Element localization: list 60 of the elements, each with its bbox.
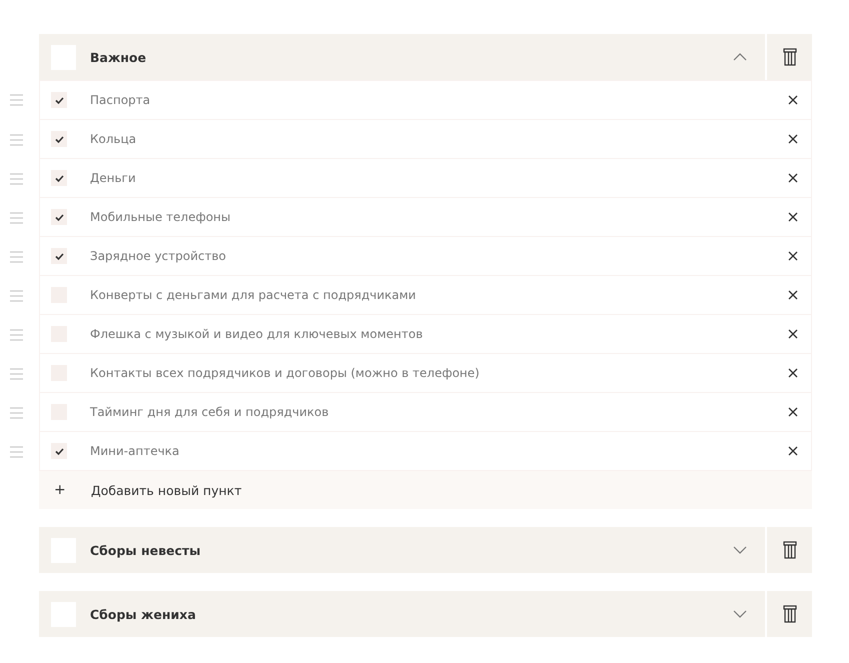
close-icon[interactable] <box>788 329 798 339</box>
item-label: Кольца <box>90 132 138 146</box>
drag-handle-icon[interactable] <box>10 134 23 146</box>
group-title: Сборы невесты <box>90 542 202 558</box>
item-label: Мобильные телефоны <box>90 210 232 224</box>
drag-handle-icon[interactable] <box>10 446 23 458</box>
close-icon[interactable] <box>788 173 798 183</box>
plus-icon: + <box>54 482 66 498</box>
item-label: Флешка с музыкой и видео для ключевых моментов <box>90 327 424 341</box>
item-label: Деньги <box>90 171 137 185</box>
chevron-up-icon[interactable] <box>733 53 747 61</box>
checkmark-icon <box>54 134 64 144</box>
drag-handle-icon[interactable] <box>10 94 23 106</box>
group-header[interactable]: Сборы жениха <box>39 591 765 637</box>
delete-button[interactable] <box>767 34 812 80</box>
checkbox[interactable] <box>51 131 67 147</box>
chevron-down-icon[interactable] <box>733 546 747 554</box>
item-label: Мини-аптечка <box>90 444 180 458</box>
close-icon[interactable] <box>788 95 798 105</box>
checkbox[interactable] <box>51 443 67 459</box>
delete-button[interactable] <box>767 591 812 637</box>
drag-handle-icon[interactable] <box>10 212 23 224</box>
drag-handle-icon[interactable] <box>10 250 23 262</box>
delete-button[interactable] <box>767 527 812 573</box>
checkbox[interactable] <box>51 248 67 264</box>
add-item-button[interactable]: + Добавить новый пункт <box>39 471 812 509</box>
item-label: Конверты с деньгами для расчета с подрядчиками <box>90 288 417 302</box>
checkmark-icon <box>54 212 64 222</box>
checkmark-icon <box>54 252 64 260</box>
checkmark-icon <box>54 446 64 456</box>
checkbox[interactable] <box>51 92 67 108</box>
close-icon[interactable] <box>788 251 798 261</box>
add-item-label: Добавить новый пункт <box>91 482 242 498</box>
checkmark-icon <box>54 96 64 104</box>
trash-icon <box>782 605 796 623</box>
item-label: Паспорта <box>90 93 152 107</box>
drag-handle-icon[interactable] <box>10 328 23 340</box>
item-label: Зарядное устройство <box>90 249 228 263</box>
checkbox[interactable] <box>51 170 67 186</box>
checkbox[interactable] <box>51 209 67 225</box>
close-icon[interactable] <box>788 212 798 222</box>
trash-icon <box>782 48 796 66</box>
close-icon[interactable] <box>788 407 798 417</box>
drag-handle-icon[interactable] <box>10 368 23 380</box>
item-label: Контакты всех подрядчиков и договоры (можно в телефоне) <box>90 366 480 380</box>
chevron-down-icon[interactable] <box>733 610 747 618</box>
close-icon[interactable] <box>788 368 798 378</box>
checkmark-icon <box>54 174 64 182</box>
drag-handle-icon[interactable] <box>10 290 23 302</box>
trash-icon <box>782 541 796 559</box>
group-header[interactable]: Сборы невесты <box>39 527 765 573</box>
close-icon[interactable] <box>788 290 798 300</box>
drag-handle-icon[interactable] <box>10 406 23 418</box>
group-title: Сборы жениха <box>90 606 197 622</box>
group-title: Важное <box>90 50 148 64</box>
group-header[interactable]: Важное <box>39 34 765 80</box>
item-label: Тайминг дня для себя и подрядчиков <box>90 405 330 419</box>
drag-handle-icon[interactable] <box>10 172 23 184</box>
close-icon[interactable] <box>788 134 798 144</box>
close-icon[interactable] <box>788 446 798 456</box>
